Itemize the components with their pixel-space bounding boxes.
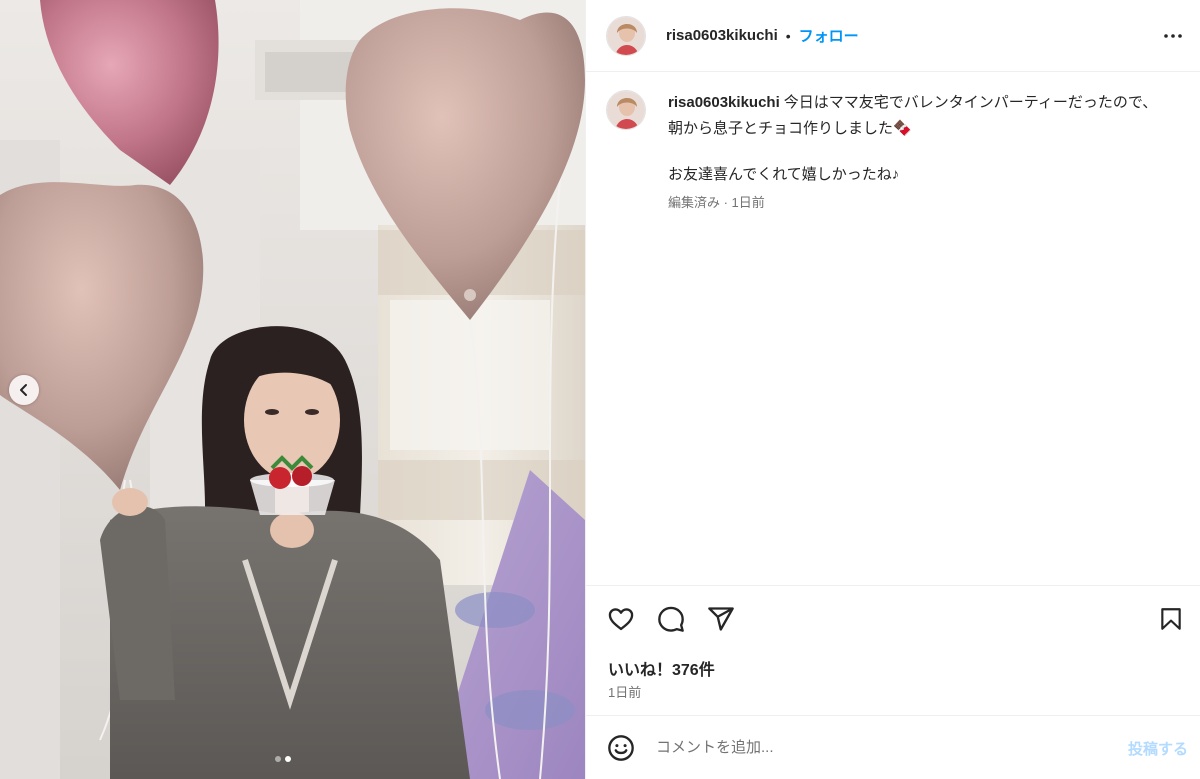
comment-icon — [658, 606, 684, 632]
post-comment-button[interactable]: 投稿する — [1128, 738, 1188, 759]
more-horizontal-icon — [1164, 34, 1182, 38]
photo-illustration — [0, 0, 585, 779]
comment-button[interactable] — [656, 604, 686, 634]
caption-username[interactable]: risa0603kikuchi — [668, 94, 780, 111]
caption-meta: 編集済み · 1日前 — [668, 195, 765, 210]
header-separator: • — [785, 27, 791, 44]
smiley-icon — [608, 734, 634, 761]
follow-button[interactable]: フォロー — [799, 25, 859, 46]
likes-count[interactable]: いいね！376件 — [608, 656, 715, 680]
caption-line-2: お友達喜んでくれて嬉しかったね♪ — [668, 166, 900, 183]
post-date: 1日前 — [608, 685, 642, 700]
post-header: risa0603kikuchi • フォロー — [586, 0, 1200, 72]
chevron-left-icon — [20, 384, 27, 396]
caption-line-1: risa0603kikuchi 今日はママ友宅でバレンタインパーティーだったので、… — [668, 90, 1168, 142]
caption-author-avatar[interactable] — [606, 90, 646, 130]
bookmark-icon — [1161, 608, 1181, 630]
instagram-post: risa0603kikuchi • フォロー risa0603kikuchi 今… — [0, 0, 1200, 779]
comment-input[interactable] — [656, 739, 1096, 756]
post-details-panel: risa0603kikuchi • フォロー risa0603kikuchi 今… — [585, 0, 1200, 779]
more-options-button[interactable] — [1161, 24, 1185, 48]
avatar-image — [607, 16, 645, 55]
comments-area: risa0603kikuchi 今日はママ友宅でバレンタインパーティーだったので、… — [586, 72, 1200, 585]
like-button[interactable] — [606, 604, 636, 634]
caption-body: risa0603kikuchi 今日はママ友宅でバレンタインパーティーだったので、… — [668, 90, 1168, 212]
heart-icon — [608, 608, 634, 631]
carousel-prev-button[interactable] — [9, 375, 39, 405]
avatar-image — [607, 91, 645, 129]
carousel-indicator — [275, 756, 291, 762]
action-icons — [606, 604, 1186, 634]
share-paper-plane-icon — [708, 607, 734, 631]
save-button[interactable] — [1156, 604, 1186, 634]
carousel-dot-active — [285, 756, 291, 762]
author-username[interactable]: risa0603kikuchi — [666, 27, 778, 44]
post-actions: いいね！376件 1日前 — [586, 585, 1200, 705]
post-caption: risa0603kikuchi 今日はママ友宅でバレンタインパーティーだったので、… — [606, 90, 1186, 212]
share-button[interactable] — [706, 604, 736, 634]
emoji-button[interactable] — [606, 733, 636, 763]
author-avatar[interactable] — [606, 15, 646, 56]
post-photo[interactable] — [0, 0, 585, 779]
comment-composer: 投稿する — [586, 715, 1200, 779]
carousel-dot — [275, 756, 281, 762]
